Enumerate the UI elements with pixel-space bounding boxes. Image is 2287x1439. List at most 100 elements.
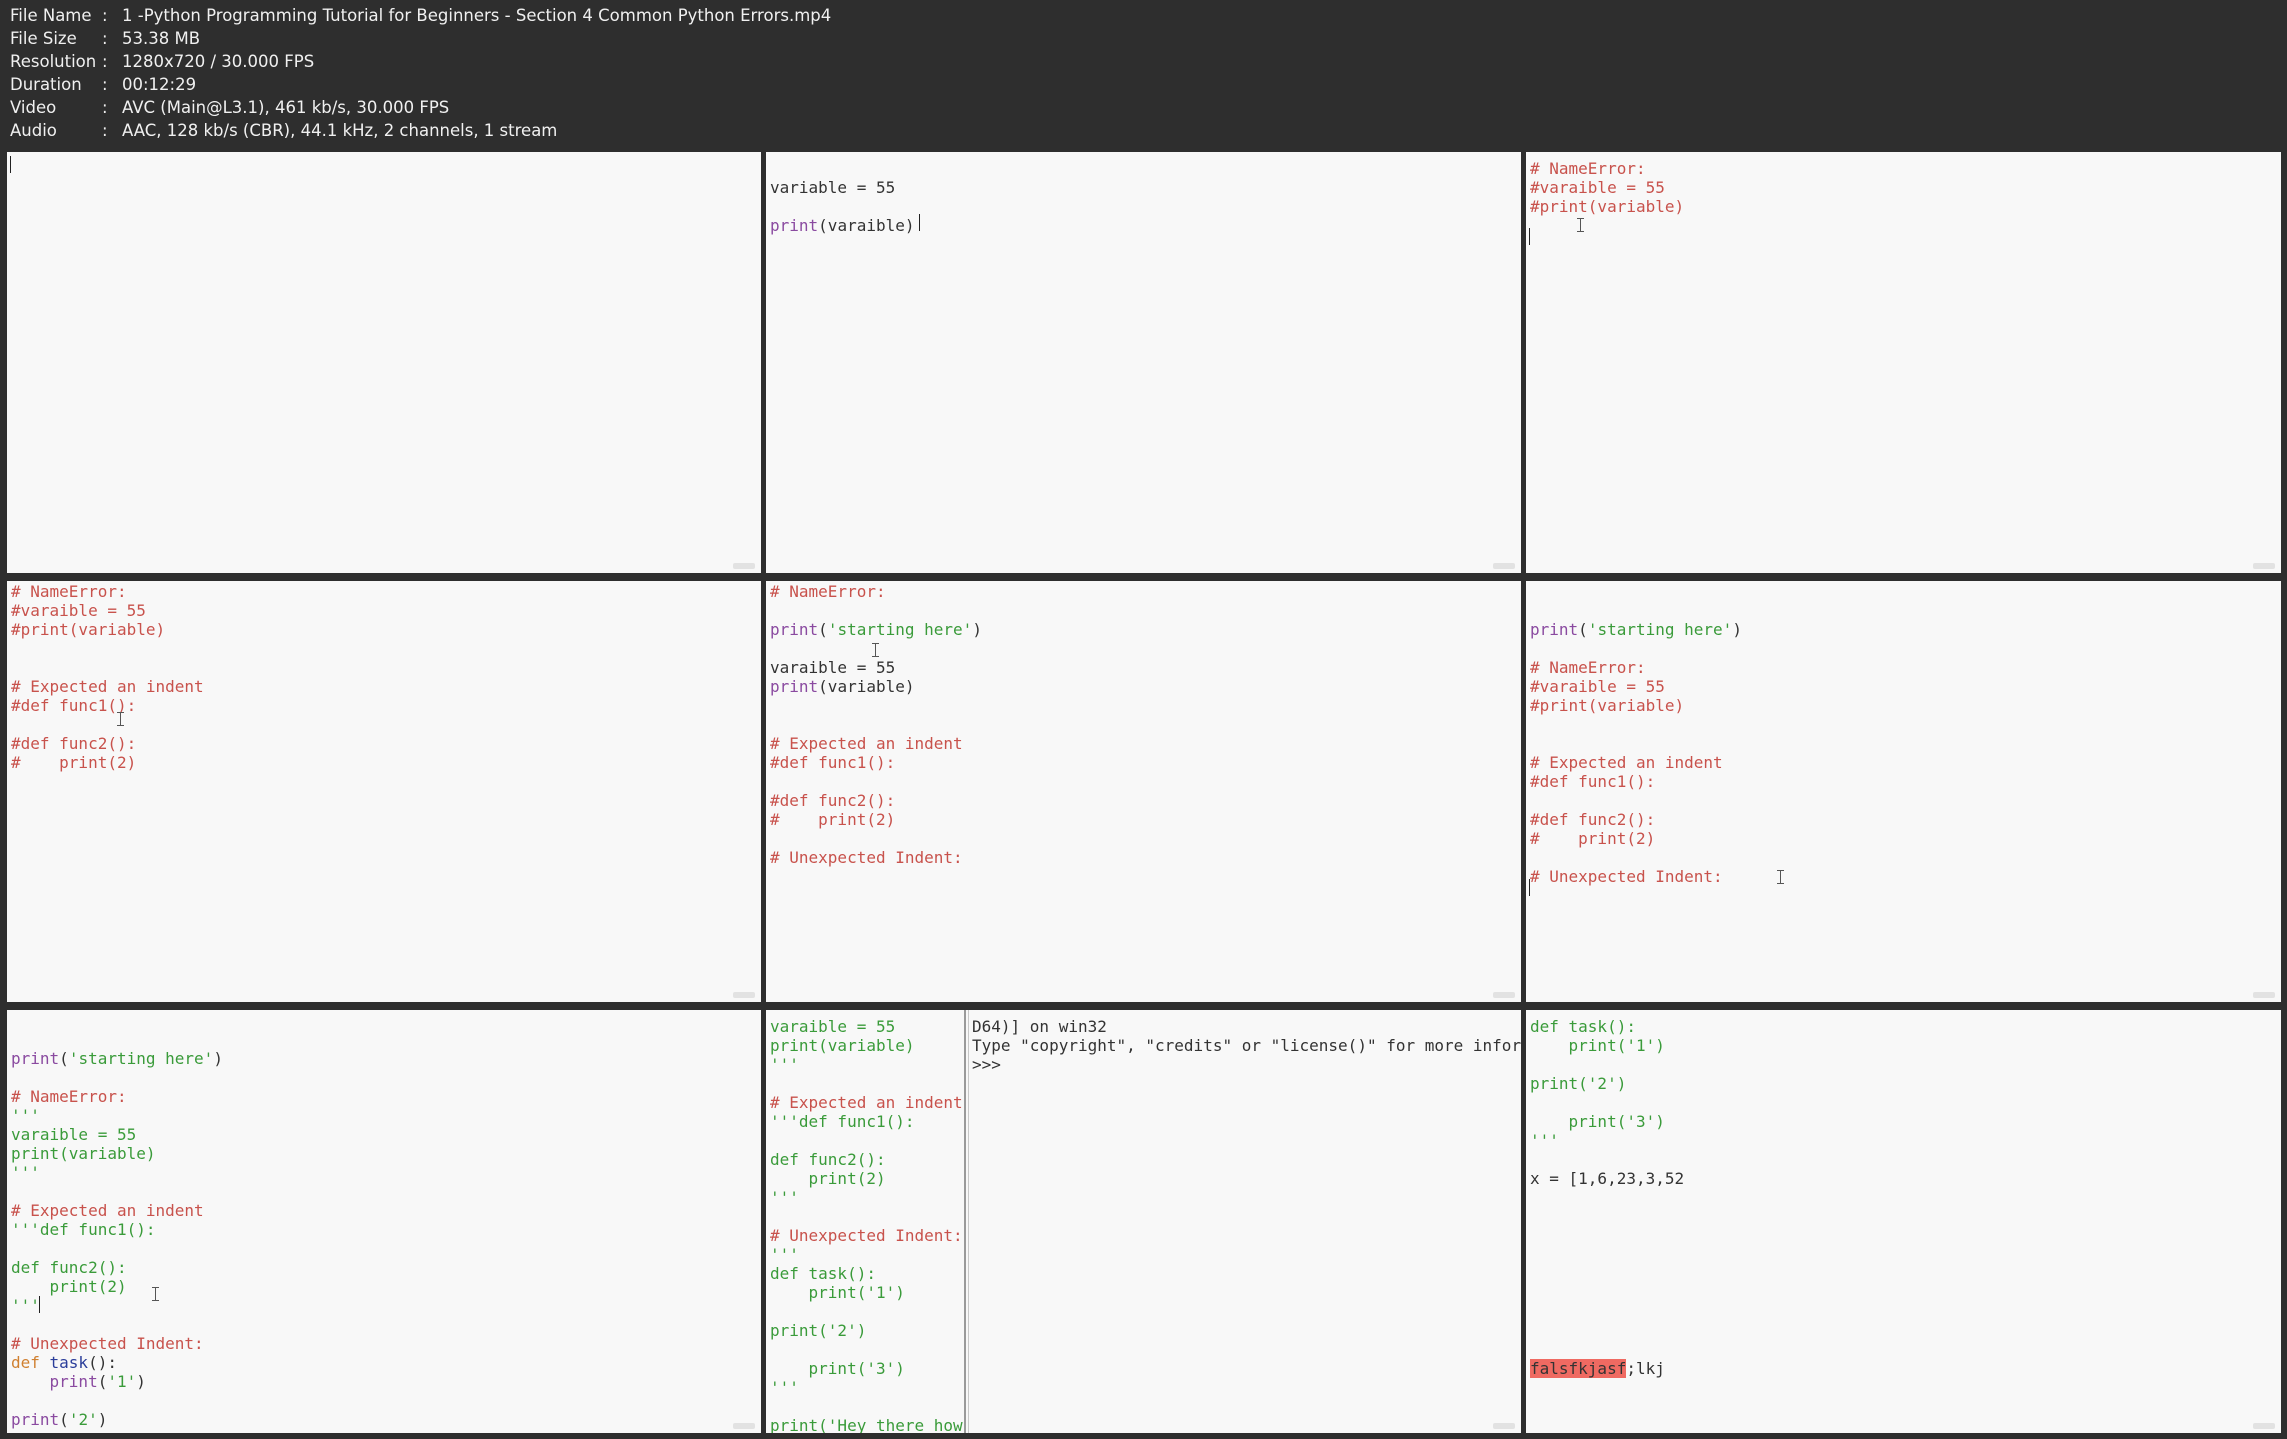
code-token: ( [818,620,828,639]
code-line: # Unexpected Indent: [11,1334,223,1353]
code-token: def task(): [770,1264,876,1283]
code-token: ) [97,1410,108,1429]
ibeam-cursor-icon [872,643,879,657]
code-line: varaible = 55 [770,658,982,677]
watermark-icon [2253,1423,2275,1429]
code-line: # NameError: [11,582,204,601]
code-line: ''' [1530,1131,1684,1150]
text-cursor [919,214,920,231]
code-line: print('1') [1530,1036,1684,1055]
code-token: print [770,677,819,696]
code-line: print('1') [770,1283,963,1302]
thumbnail-1[interactable] [7,152,761,573]
code-token: >>> [972,1055,1001,1074]
code-token: # NameError: [1530,159,1646,178]
code-token: #varaible = 55 [1530,677,1665,696]
pane-divider[interactable] [964,1010,966,1433]
watermark-icon [2253,992,2275,998]
code-token: def task(): [1530,1017,1636,1036]
code-token: print(2) [770,1169,886,1188]
thumbnail-5[interactable]: # NameError: print('starting here') vara… [766,581,1521,1002]
thumbnail-9[interactable]: def task(): print('1') print('2') print(… [1526,1010,2281,1433]
watermark-icon [733,992,755,998]
code-line: #def func1(): [770,753,982,772]
code-line: ''' [11,1163,223,1182]
code-line: # print(2) [770,810,982,829]
code-line: ''' [770,1245,963,1264]
thumbnail-2[interactable]: variable = 55 print(varaible) [766,152,1521,573]
code-token: ( [1578,620,1588,639]
text-cursor [1529,879,1530,896]
code-token: #print(variable) [11,620,166,639]
code-token: print('1') [1530,1036,1665,1055]
code-token: 'starting here' [1587,620,1733,639]
ibeam-cursor-icon [117,712,124,726]
code-line: def func2(): [770,1150,963,1169]
code-line: print('3') [770,1359,963,1378]
code-token: #varaible = 55 [1530,178,1665,197]
thumbnail-4[interactable]: # NameError: #varaible = 55 #print(variabl… [7,581,761,1002]
code-token: '2' [68,1410,98,1429]
thumbnail-6[interactable]: print('starting here') # NameError: #vara… [1526,581,2281,1002]
thumbnail-7[interactable]: print('starting here') # NameError: ''' va… [7,1010,761,1433]
code-line: print(varaible) [770,216,915,235]
code-line: #varaible = 55 [1530,677,1742,696]
code-line: # NameError: [1530,658,1742,677]
code-token: #varaible = 55 [11,601,146,620]
code-line: # Expected an indent [1530,753,1742,772]
pane-divider [968,1010,969,1433]
code-line: print('2') [11,1410,223,1429]
code-editor: print('starting here') # NameError: #vara… [1530,582,1742,886]
code-token: Type "copyright", "credits" or "license(… [972,1036,1521,1055]
thumbnail-3[interactable]: # NameError: #varaible = 55 #print(variabl… [1526,152,2281,573]
code-token: print('2') [1530,1074,1627,1093]
code-token: ''' [770,1055,799,1074]
code-line: def task(): [770,1264,963,1283]
thumbnail-8[interactable]: varaible = 55 print(variable) ''' # Expect… [766,1010,1521,1433]
code-token: #print(variable) [1530,197,1685,216]
watermark-icon [1493,992,1515,998]
code-line: #print(variable) [1530,696,1742,715]
code-token: print [770,216,819,235]
text-cursor [39,1296,40,1313]
shell-pane: D64)] on win32 Type "copyright", "credits… [970,1010,1521,1433]
code-token: def func2(): [770,1150,886,1169]
code-line: print('starting here') [11,1049,223,1068]
code-token: varaible = 55 [11,1125,137,1144]
code-line: x = [1,6,23,3,52 [1530,1169,1684,1188]
code-token: #def func1(): [1530,772,1656,791]
code-line: print('Hey there how [770,1416,963,1433]
code-line: varaible = 55 [770,1017,963,1036]
code-token: ;lkj [1626,1359,1665,1378]
watermark-icon [2253,563,2275,569]
code-token: print('Hey there how [770,1416,963,1433]
code-token: # Expected an indent [770,734,963,753]
code-token: #def func1(): [770,753,896,772]
code-line: # NameError: [11,1087,223,1106]
code-line: # Expected an indent [770,1093,963,1112]
code-line: print('1') [11,1372,223,1391]
code-editor: def task(): print('1') print('2') print(… [1530,1017,1684,1378]
code-token: # print(2) [770,810,896,829]
code-line: print(variable) [11,1144,223,1163]
code-line: variable = 55 [770,178,915,197]
code-line: #print(variable) [1530,197,1684,216]
code-token: print [11,1049,60,1068]
code-token: variable = 55 [770,178,896,197]
code-token: # Expected an indent [770,1093,963,1112]
code-editor: varaible = 55 print(variable) ''' # Expect… [770,1017,963,1433]
